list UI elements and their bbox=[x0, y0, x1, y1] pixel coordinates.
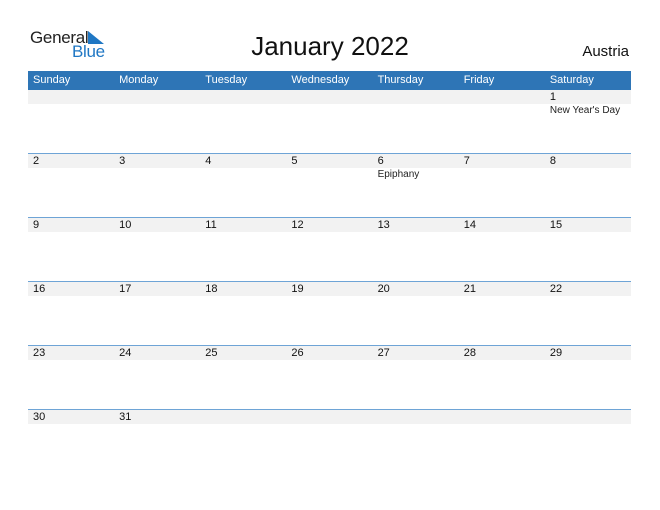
day-number: 15 bbox=[549, 219, 563, 231]
holiday-label bbox=[373, 104, 459, 118]
week-row: 30 31 bbox=[28, 409, 631, 473]
holiday-label bbox=[28, 104, 114, 118]
day-number: 17 bbox=[119, 283, 132, 295]
weekday-tuesday: Tuesday bbox=[205, 74, 248, 86]
day-number bbox=[114, 90, 200, 104]
day-number bbox=[286, 90, 372, 104]
day-number: 23 bbox=[33, 347, 46, 359]
week-row: 9 10 11 12 13 14 15 bbox=[28, 217, 631, 281]
holiday-label: Epiphany bbox=[377, 169, 420, 180]
day-number: 31 bbox=[119, 411, 132, 423]
weekday-header: Sunday Monday Tuesday Wednesday Thursday… bbox=[28, 71, 631, 90]
day-number: 19 bbox=[291, 283, 304, 295]
week-row: 16 17 18 19 20 21 22 bbox=[28, 281, 631, 345]
week-row: 2 3 4 5 6 7 8 Epiphany bbox=[28, 153, 631, 217]
day-number: 10 bbox=[119, 219, 132, 231]
weekday-thursday: Thursday bbox=[377, 74, 424, 86]
weekday-sunday: Sunday bbox=[33, 74, 71, 86]
day-number: 21 bbox=[463, 283, 476, 295]
holiday-label bbox=[459, 104, 545, 118]
holiday-label: New Year's Day bbox=[549, 105, 621, 116]
day-number: 26 bbox=[291, 347, 304, 359]
day-number: 18 bbox=[205, 283, 218, 295]
holiday-label bbox=[286, 168, 372, 182]
day-number: 4 bbox=[205, 155, 212, 167]
date-strip: 30 31 bbox=[28, 410, 631, 424]
weekday-wednesday: Wednesday bbox=[291, 74, 350, 86]
calendar-title: January 2022 bbox=[251, 31, 409, 61]
day-number: 28 bbox=[463, 347, 476, 359]
week-row: 23 24 25 26 27 28 29 bbox=[28, 345, 631, 409]
day-number: 16 bbox=[33, 283, 46, 295]
day-number bbox=[459, 90, 545, 104]
holiday-label bbox=[200, 104, 286, 118]
day-number bbox=[200, 410, 286, 424]
holiday-label bbox=[545, 168, 631, 182]
holiday-label bbox=[459, 168, 545, 182]
day-number: 25 bbox=[205, 347, 218, 359]
country-label: Austria bbox=[582, 43, 629, 60]
events-row: Epiphany bbox=[28, 168, 631, 182]
date-strip: 9 10 11 12 13 14 15 bbox=[28, 218, 631, 232]
day-number: 24 bbox=[119, 347, 132, 359]
day-number bbox=[459, 410, 545, 424]
day-number: 8 bbox=[549, 155, 556, 167]
date-strip: 23 24 25 26 27 28 29 bbox=[28, 346, 631, 360]
date-strip: 2 3 4 5 6 7 8 bbox=[28, 154, 631, 168]
day-number bbox=[200, 90, 286, 104]
day-number: 11 bbox=[205, 219, 217, 231]
day-number: 22 bbox=[549, 283, 563, 295]
weekday-monday: Monday bbox=[119, 74, 159, 86]
holiday-label bbox=[114, 168, 200, 182]
day-number: 6 bbox=[377, 155, 384, 167]
day-number: 5 bbox=[291, 155, 298, 167]
day-number: 27 bbox=[377, 347, 390, 359]
calendar-grid: Sunday Monday Tuesday Wednesday Thursday… bbox=[28, 71, 631, 473]
holiday-label bbox=[114, 104, 200, 118]
day-number: 20 bbox=[377, 283, 390, 295]
day-number: 1 bbox=[549, 91, 556, 103]
day-number: 3 bbox=[119, 155, 126, 167]
weekday-saturday: Saturday bbox=[549, 74, 594, 86]
day-number bbox=[545, 410, 631, 424]
day-number: 13 bbox=[377, 219, 390, 231]
day-number: 14 bbox=[463, 219, 476, 231]
holiday-label bbox=[200, 168, 286, 182]
day-number bbox=[373, 90, 459, 104]
day-number bbox=[286, 410, 372, 424]
day-number: 2 bbox=[33, 155, 40, 167]
day-number: 9 bbox=[33, 219, 40, 231]
events-row: New Year's Day bbox=[28, 104, 631, 118]
day-number bbox=[28, 90, 114, 104]
day-number: 29 bbox=[549, 347, 563, 359]
date-strip: 1 bbox=[28, 90, 631, 104]
day-number: 12 bbox=[291, 219, 304, 231]
day-number bbox=[373, 410, 459, 424]
day-number: 7 bbox=[463, 155, 470, 167]
day-number: 30 bbox=[33, 411, 46, 423]
date-strip: 16 17 18 19 20 21 22 bbox=[28, 282, 631, 296]
holiday-label bbox=[28, 168, 114, 182]
holiday-label bbox=[286, 104, 372, 118]
weekday-friday: Friday bbox=[463, 74, 495, 86]
week-row: 1 New Year's Day bbox=[28, 90, 631, 153]
weeks-container: 1 New Year's Day 2 3 4 5 6 7 8 Epiphany 9 10 11 12 13 1… bbox=[28, 90, 631, 473]
